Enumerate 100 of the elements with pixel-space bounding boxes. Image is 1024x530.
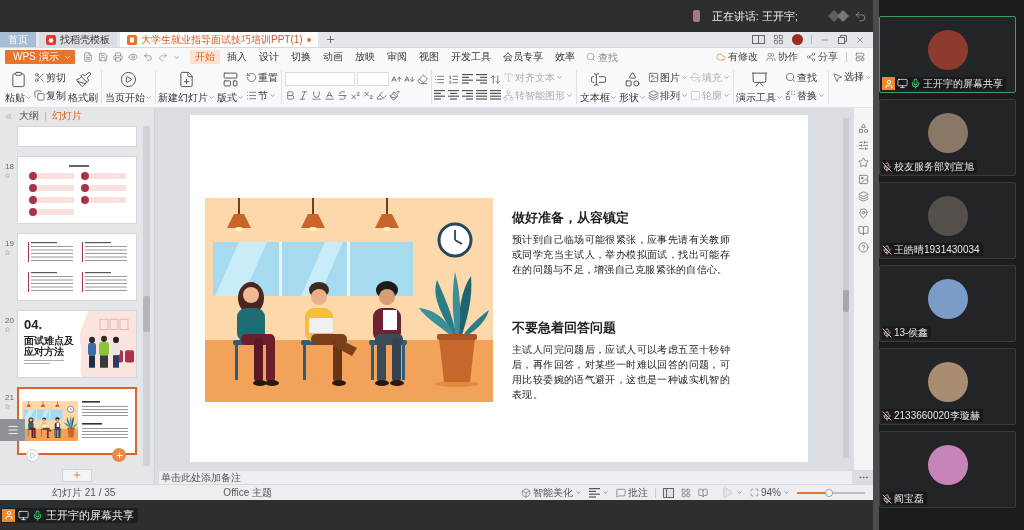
align-right-icon[interactable]: [462, 89, 474, 100]
account-avatar[interactable]: [792, 34, 803, 45]
menu-tab[interactable]: 插入: [221, 50, 252, 64]
arrange-button[interactable]: 排列: [646, 87, 689, 104]
normal-view-icon[interactable]: [663, 487, 674, 498]
preview-icon[interactable]: [127, 52, 138, 62]
restore-icon[interactable]: [838, 35, 847, 44]
redo-icon[interactable]: [157, 52, 168, 62]
find-button[interactable]: 查找: [784, 69, 827, 86]
notes-view-icon[interactable]: [589, 487, 600, 498]
back-arrow-icon[interactable]: [854, 9, 867, 23]
bold-icon[interactable]: [284, 90, 296, 101]
header-action-button[interactable]: 协作: [766, 51, 798, 63]
document-icon[interactable]: [82, 52, 93, 62]
presentation-tools-button[interactable]: 演示工具: [735, 67, 785, 106]
shapes-icon[interactable]: [858, 123, 869, 134]
subscript-icon[interactable]: [362, 90, 374, 101]
zoom-button[interactable]: 94%: [750, 486, 790, 499]
layout-button[interactable]: 版式: [216, 67, 246, 106]
muted-microphone-icon[interactable]: [882, 410, 892, 421]
underline-icon[interactable]: [310, 90, 322, 101]
replace-button[interactable]: 替换: [784, 87, 827, 104]
slide-thumbnail[interactable]: [17, 387, 137, 455]
beautify-button[interactable]: 智能美化: [521, 486, 582, 499]
search-field[interactable]: 查找: [597, 50, 626, 64]
menu-tab[interactable]: 开发工具: [445, 50, 496, 64]
new-tab-icon[interactable]: [324, 34, 336, 45]
split-view-icon[interactable]: [752, 35, 765, 44]
scrollbar[interactable]: [843, 118, 849, 458]
template-tab[interactable]: 找稻壳模板: [39, 32, 117, 47]
menu-tab[interactable]: 会员专享: [497, 50, 548, 64]
notes-field[interactable]: 单击此处添加备注: [159, 470, 852, 484]
slide-menu-button[interactable]: [0, 419, 25, 441]
grid-icon[interactable]: [773, 34, 784, 45]
cut-button[interactable]: 剪切: [33, 69, 67, 86]
slide-sorter-icon[interactable]: [681, 487, 691, 498]
paste-button[interactable]: 粘贴: [4, 67, 33, 106]
reset-button[interactable]: 重置: [245, 69, 280, 86]
participant-tile[interactable]: 王皓晴1931430034: [879, 182, 1016, 259]
participant-tile[interactable]: 校友服务部刘宣旭: [879, 99, 1016, 176]
comments-button[interactable]: 批注: [616, 486, 648, 499]
layers-icon[interactable]: [858, 191, 869, 202]
brush-icon[interactable]: [388, 90, 400, 101]
indent-icon[interactable]: [462, 74, 474, 84]
participant-tile[interactable]: 2133660020李璇赫: [879, 348, 1016, 425]
menu-tab[interactable]: 放映: [349, 50, 380, 64]
book-icon[interactable]: [858, 225, 869, 236]
microphone-icon[interactable]: [32, 509, 43, 521]
microphone-icon[interactable]: [910, 78, 921, 89]
participant-tile[interactable]: 13-侯鑫: [879, 265, 1016, 342]
scrollbar[interactable]: [143, 126, 150, 466]
muted-microphone-icon[interactable]: [882, 244, 892, 255]
collapse-ribbon-icon[interactable]: [855, 52, 865, 62]
scrollbar-thumb[interactable]: [843, 290, 849, 312]
panel-tab[interactable]: 大纲: [19, 110, 39, 122]
picture-button[interactable]: 图片: [646, 69, 689, 86]
distributed-icon[interactable]: [490, 89, 502, 100]
image-icon[interactable]: [858, 174, 869, 185]
insert-slide-button[interactable]: [112, 448, 126, 462]
close-icon[interactable]: [855, 34, 865, 45]
shape-button[interactable]: 形状: [617, 67, 647, 106]
play-from-current-button[interactable]: 当页开始: [103, 67, 153, 106]
italic-icon[interactable]: [297, 90, 309, 101]
justify-icon[interactable]: [476, 89, 488, 100]
save-icon[interactable]: [97, 52, 108, 62]
undo-icon[interactable]: [142, 52, 153, 62]
text-box-button[interactable]: 文本框: [578, 67, 618, 106]
sliders-icon[interactable]: [858, 140, 869, 151]
document-tab[interactable]: 大学生就业指导面试技巧培训PPT(1): [120, 32, 318, 47]
menu-tab[interactable]: 切换: [285, 50, 316, 64]
menu-tab[interactable]: 动画: [317, 50, 348, 64]
scrollbar-thumb[interactable]: [143, 296, 150, 332]
bullet-list-icon[interactable]: [434, 73, 446, 85]
zoom-slider-thumb[interactable]: [824, 488, 833, 497]
new-slide-button[interactable]: 新建幻灯片: [157, 67, 217, 106]
slide-thumbnail[interactable]: 04. 面试难点及应对方法: [17, 310, 137, 378]
line-spacing-icon[interactable]: [490, 73, 502, 85]
reading-view-icon[interactable]: [698, 487, 708, 498]
decrease-font-icon[interactable]: [403, 73, 415, 85]
section-button[interactable]: 节: [245, 87, 280, 104]
numbered-list-icon[interactable]: [448, 73, 460, 85]
muted-microphone-icon[interactable]: [882, 493, 892, 504]
increase-font-icon[interactable]: [390, 73, 402, 85]
align-left-icon[interactable]: [434, 89, 446, 100]
outdent-icon[interactable]: [476, 74, 488, 84]
participant-tile[interactable]: 阎宝磊: [879, 431, 1016, 508]
superscript-icon[interactable]: [349, 90, 361, 101]
format-painter-button[interactable]: 格式刷: [67, 67, 99, 106]
map-pin-icon[interactable]: [858, 208, 869, 219]
font-name-field[interactable]: [284, 72, 355, 86]
help-icon[interactable]: [858, 242, 869, 253]
header-action-button[interactable]: 分享: [806, 51, 838, 63]
clear-format-icon[interactable]: [416, 73, 428, 85]
zoom-slider[interactable]: [797, 488, 865, 497]
font-color-icon[interactable]: [323, 90, 335, 101]
header-action-button[interactable]: 有修改: [716, 51, 758, 63]
strikethrough-icon[interactable]: [336, 90, 348, 101]
menu-tab[interactable]: 视图: [413, 50, 444, 64]
star-icon[interactable]: [858, 157, 869, 168]
copy-button[interactable]: 复制: [33, 87, 67, 104]
